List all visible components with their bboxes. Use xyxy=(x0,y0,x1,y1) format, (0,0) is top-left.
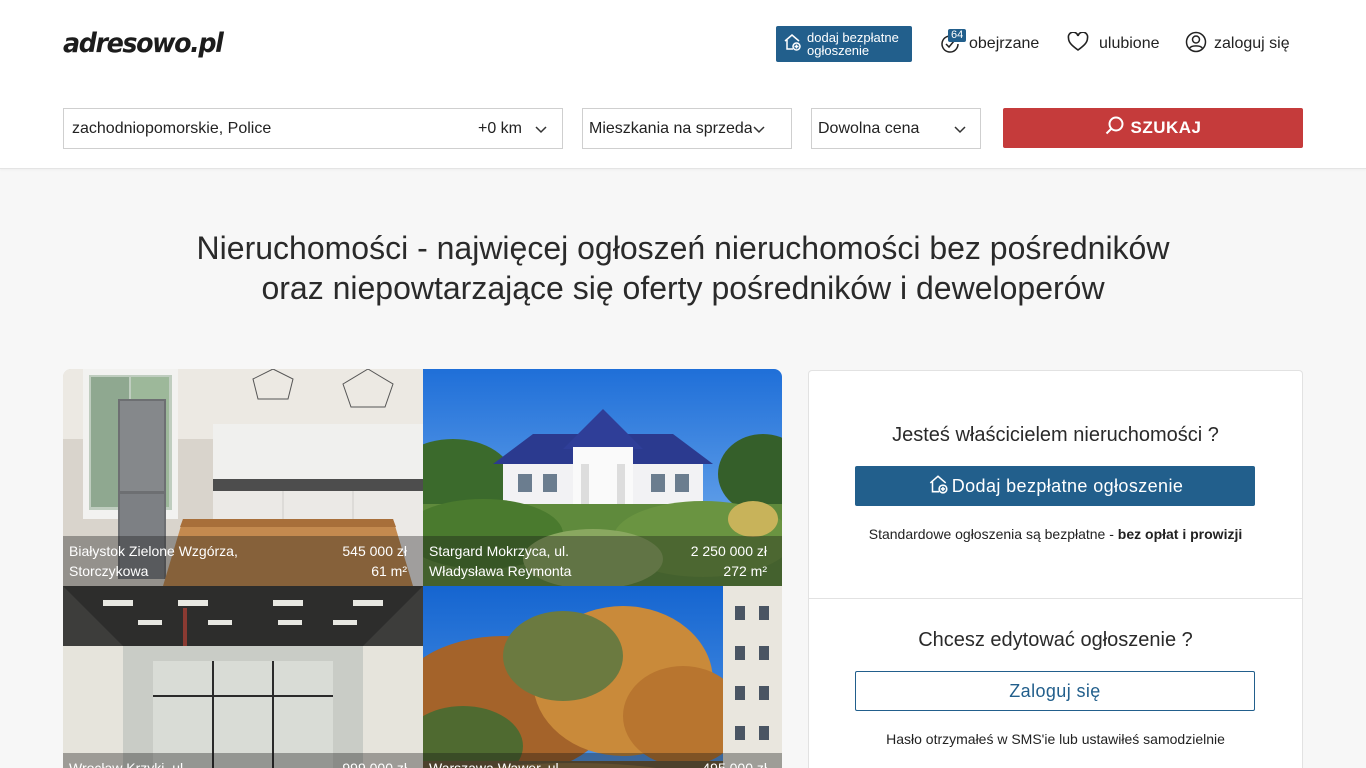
listing-area: 272 m² xyxy=(723,563,767,579)
site-header: adresowo.pl dodaj bezpłatne ogłoszenie 6… xyxy=(0,0,1366,169)
listing-address: Wrocław Krzyki, ul. xyxy=(69,760,187,768)
add-listing-label: dodaj bezpłatne ogłoszenie xyxy=(807,30,899,58)
listing-tile[interactable]: Stargard Mokrzyca, ul. Władysława Reymon… xyxy=(423,369,782,586)
logo[interactable]: adresowo.pl xyxy=(63,28,224,59)
listing-address: Stargard Mokrzyca, ul. Władysława Reymon… xyxy=(429,543,572,579)
owner-note-bold: bez opłat i prowizji xyxy=(1117,526,1243,542)
login-link[interactable]: zaloguj się xyxy=(1185,30,1290,58)
search-button-label: SZUKAJ xyxy=(1130,118,1202,137)
edit-note: Hasło otrzymałeś w SMS'ie lub ustawiłeś … xyxy=(886,731,1225,747)
listing-price-area: 2 250 000 zł 272 m² xyxy=(691,541,767,586)
edit-heading: Chcesz edytować ogłoszenie ? xyxy=(918,629,1193,651)
headline-line-2: oraz niepowtarzające się oferty pośredni… xyxy=(261,270,1105,306)
page-headline: Nieruchomości - najwięcej ogłoszeń nieru… xyxy=(0,228,1366,308)
listing-price: 2 250 000 zł xyxy=(690,543,767,559)
add-listing-button[interactable]: dodaj bezpłatne ogłoszenie xyxy=(776,26,912,62)
listing-tile[interactable]: Wrocław Krzyki, ul. 999 000 zł xyxy=(63,586,423,768)
viewed-count-badge: 64 xyxy=(948,29,967,42)
chevron-down-icon xyxy=(752,122,766,136)
listing-price: 545 000 zł xyxy=(342,543,407,559)
viewed-label: obejrzane xyxy=(969,35,1040,52)
listing-caption: Stargard Mokrzyca, ul. Władysława Reymon… xyxy=(423,536,782,586)
login-button[interactable]: Zaloguj się xyxy=(855,671,1255,711)
listing-price-area: 545 000 zł 61 m² xyxy=(342,541,407,586)
owner-note-text: Standardowe ogłoszenia są bezpłatne - xyxy=(868,526,1118,542)
property-type-select[interactable]: Mieszkania na sprzedaż xyxy=(582,108,792,149)
listing-price-area: 495 000 zł xyxy=(702,758,767,768)
listing-price: 999 000 zł xyxy=(342,760,407,768)
owner-note: Standardowe ogłoszenia są bezpłatne - be… xyxy=(809,526,1302,542)
chevron-down-icon xyxy=(534,122,548,136)
featured-listings-grid: Białystok Zielone Wzgórza, Storczykowa 5… xyxy=(63,369,782,768)
favorites-link[interactable]: ulubione xyxy=(1067,30,1160,58)
user-circle-icon xyxy=(1185,31,1207,58)
favorites-label: ulubione xyxy=(1099,35,1160,52)
listing-tile[interactable]: Białystok Zielone Wzgórza, Storczykowa 5… xyxy=(63,369,423,586)
headline-line-1: Nieruchomości - najwięcej ogłoszeń nieru… xyxy=(196,230,1170,266)
listing-area: 61 m² xyxy=(371,563,407,579)
listing-tile[interactable]: Warszawa Wawer, ul. 495 000 zł xyxy=(423,586,782,768)
house-plus-icon xyxy=(782,32,802,57)
search-icon xyxy=(1104,115,1126,142)
listing-address: Białystok Zielone Wzgórza, Storczykowa xyxy=(69,543,238,579)
price-value: Dowolna cena xyxy=(818,119,920,137)
heart-icon xyxy=(1067,30,1089,57)
property-type-value: Mieszkania na sprzedaż xyxy=(589,119,752,137)
listing-price-area: 999 000 zł xyxy=(342,758,407,768)
radius-select[interactable]: +0 km xyxy=(478,120,522,138)
listing-caption: Białystok Zielone Wzgórza, Storczykowa 5… xyxy=(63,536,423,586)
owner-section: Jesteś właścicielem nieruchomości ? Doda… xyxy=(809,371,1302,599)
add-free-listing-label: Dodaj bezpłatne ogłoszenie xyxy=(951,475,1184,496)
check-badge-icon: 64 xyxy=(939,29,967,55)
login-label: zaloguj się xyxy=(1214,35,1290,52)
owner-panel: Jesteś właścicielem nieruchomości ? Doda… xyxy=(808,370,1303,768)
chevron-down-icon xyxy=(953,122,967,136)
price-select[interactable]: Dowolna cena xyxy=(811,108,981,149)
add-free-listing-button[interactable]: Dodaj bezpłatne ogłoszenie xyxy=(855,466,1255,506)
search-button[interactable]: SZUKAJ xyxy=(1003,108,1303,148)
listing-caption: Warszawa Wawer, ul. 495 000 zł xyxy=(423,753,782,768)
viewed-link[interactable]: 64 obejrzane xyxy=(939,29,1040,58)
listing-price: 495 000 zł xyxy=(702,760,767,768)
listing-caption: Wrocław Krzyki, ul. 999 000 zł xyxy=(63,753,423,768)
listing-photo-park xyxy=(423,586,782,768)
owner-heading: Jesteś właścicielem nieruchomości ? xyxy=(892,424,1219,446)
location-value: zachodniopomorskie, Police xyxy=(72,119,272,137)
listing-address: Warszawa Wawer, ul. xyxy=(429,760,563,768)
location-input[interactable]: zachodniopomorskie, Police +0 km xyxy=(63,108,563,149)
listing-photo-hall xyxy=(63,586,423,768)
house-plus-icon xyxy=(927,473,949,500)
